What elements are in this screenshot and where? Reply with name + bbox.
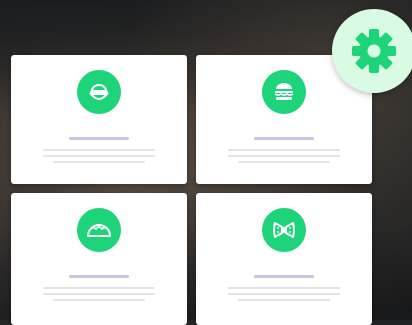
- pasta-bow-icon: [262, 208, 306, 252]
- food-card-pasta[interactable]: [196, 193, 372, 325]
- card-text-placeholder: [228, 155, 340, 157]
- card-text-placeholder: [43, 287, 155, 289]
- taco-icon: [77, 208, 121, 252]
- card-title-placeholder: [69, 137, 129, 140]
- card-title-placeholder: [69, 275, 129, 278]
- card-text-placeholder: [53, 299, 145, 301]
- card-title-placeholder: [254, 137, 314, 140]
- settings-button[interactable]: [332, 9, 412, 93]
- card-text-placeholder: [228, 287, 340, 289]
- burger-icon: [262, 70, 306, 114]
- card-text-placeholder: [43, 149, 155, 151]
- card-text-placeholder: [53, 161, 145, 163]
- food-card-taco[interactable]: [11, 193, 187, 325]
- card-text-placeholder: [238, 299, 330, 301]
- card-text-placeholder: [228, 293, 340, 295]
- card-text-placeholder: [43, 293, 155, 295]
- card-text-placeholder: [228, 149, 340, 151]
- card-text-placeholder: [238, 161, 330, 163]
- rice-bowl-icon: [77, 70, 121, 114]
- gear-icon: [352, 29, 396, 73]
- food-card-rice-bowl[interactable]: [11, 55, 187, 184]
- card-title-placeholder: [254, 275, 314, 278]
- card-text-placeholder: [43, 155, 155, 157]
